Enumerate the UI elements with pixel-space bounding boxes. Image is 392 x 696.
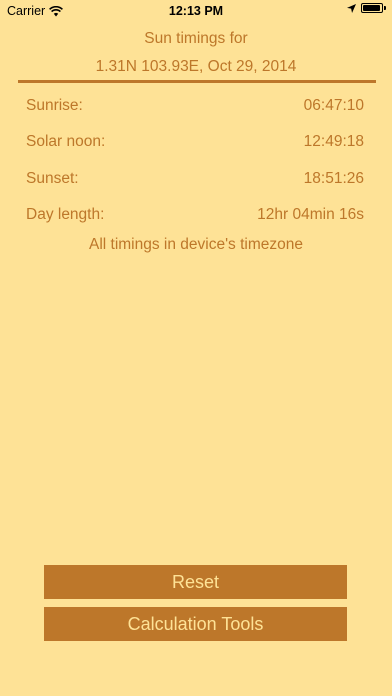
calculation-tools-button[interactable]: Calculation Tools — [44, 607, 347, 641]
timing-row-sunrise: Sunrise: 06:47:10 — [26, 97, 364, 115]
battery-tip — [384, 6, 386, 10]
timing-value: 06:47:10 — [303, 97, 364, 114]
timing-value: 12hr 04min 16s — [257, 206, 364, 223]
sun-timings-header: Sun timings for 1.31N 103.93E, Oct 29, 2… — [0, 26, 392, 80]
timing-label: Sunrise: — [26, 97, 83, 114]
timing-row-day-length: Day length: 12hr 04min 16s — [26, 206, 364, 224]
header-title: Sun timings for — [144, 30, 248, 47]
timing-label: Day length: — [26, 206, 105, 223]
timezone-note: All timings in device's timezone — [88, 236, 304, 253]
timing-value: 12:49:18 — [303, 133, 364, 150]
header-location-date: 1.31N 103.93E, Oct 29, 2014 — [95, 58, 297, 75]
timing-label: Solar noon: — [26, 133, 106, 150]
status-time: 12:13 PM — [168, 4, 224, 18]
battery-fill — [363, 5, 381, 11]
timing-row-sunset: Sunset: 18:51:26 — [26, 170, 364, 188]
timing-value: 18:51:26 — [303, 170, 364, 187]
timing-row-solar-noon: Solar noon: 12:49:18 — [26, 133, 364, 151]
battery-icon — [361, 3, 386, 13]
status-right — [347, 3, 386, 13]
timing-label: Sunset: — [26, 170, 79, 187]
header-divider — [18, 80, 376, 83]
location-arrow-icon — [347, 3, 356, 13]
battery-body — [361, 3, 383, 13]
status-bar: Carrier 12:13 PM — [0, 0, 392, 22]
reset-button[interactable]: Reset — [44, 565, 347, 599]
